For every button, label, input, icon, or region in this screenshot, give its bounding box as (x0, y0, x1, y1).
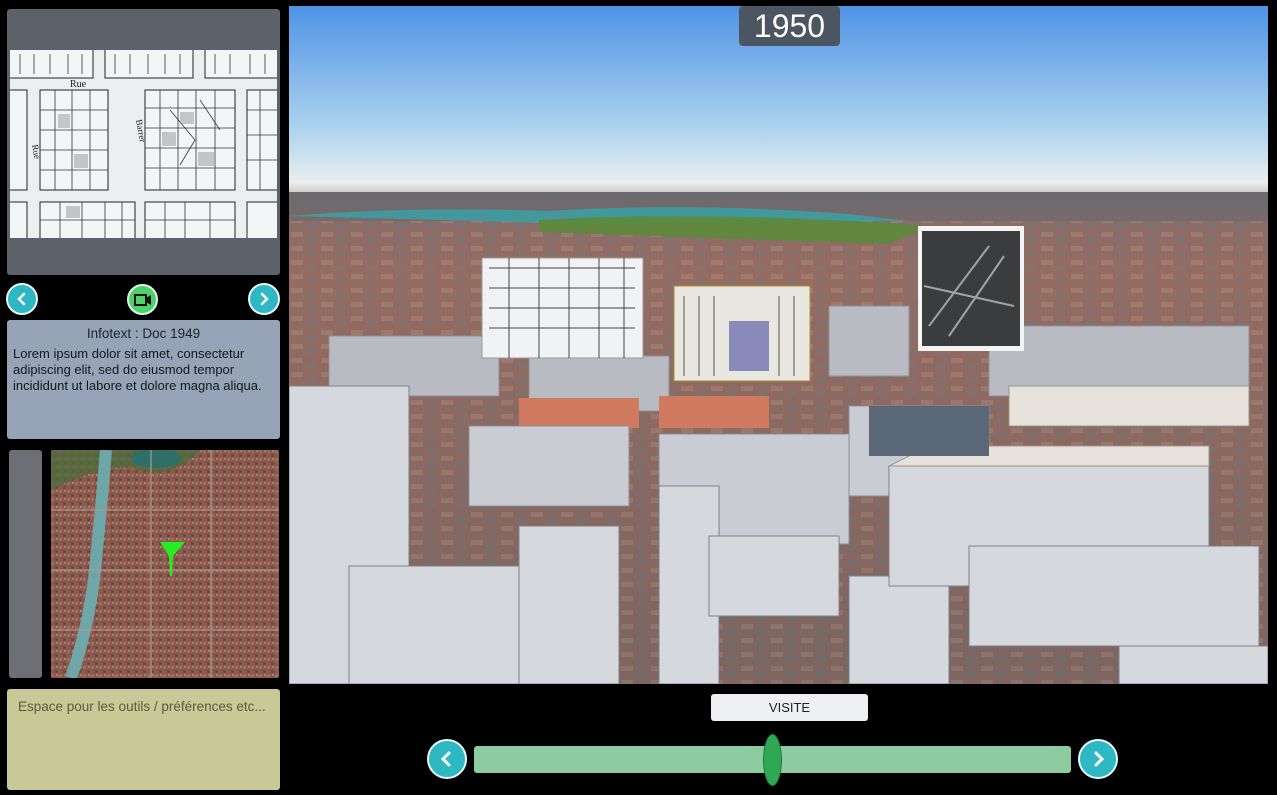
floating-document-plan[interactable] (673, 285, 811, 382)
timeline-next-button[interactable] (1078, 739, 1118, 779)
doc-street-label-1: Rue (70, 79, 87, 90)
minimap[interactable] (51, 450, 279, 678)
doc-next-button[interactable] (248, 283, 280, 315)
document-viewer: Rue Rue Barrer (7, 9, 280, 275)
info-title: Infotext : Doc 1949 (86, 326, 201, 341)
visite-button[interactable]: VISITE (711, 694, 868, 721)
timeline-slider-handle[interactable] (763, 734, 782, 786)
camera-button[interactable] (127, 284, 158, 315)
minimap-scrollbar[interactable] (9, 450, 42, 678)
doc-prev-button[interactable] (6, 283, 38, 315)
tools-panel: Espace pour les outils / préférences etc… (7, 689, 280, 790)
year-badge: 1950 (739, 6, 840, 46)
floating-document-map[interactable] (481, 257, 644, 359)
camera-icon (133, 293, 151, 306)
timeline-prev-button[interactable] (427, 739, 467, 779)
info-panel: Infotext : Doc 1949 Lorem ipsum dolor si… (7, 320, 280, 439)
document-image: Rue Rue Barrer (10, 50, 277, 238)
info-body: Lorem ipsum dolor sit amet, consectetur … (13, 346, 262, 393)
chevron-right-icon (260, 292, 269, 306)
floating-document-photo[interactable] (918, 226, 1024, 351)
chevron-right-icon (1094, 751, 1105, 767)
tools-placeholder-text: Espace pour les outils / préférences etc… (18, 699, 266, 714)
city-3d-viewport[interactable] (289, 6, 1268, 684)
chevron-left-icon (440, 751, 451, 767)
chevron-left-icon (17, 292, 26, 306)
